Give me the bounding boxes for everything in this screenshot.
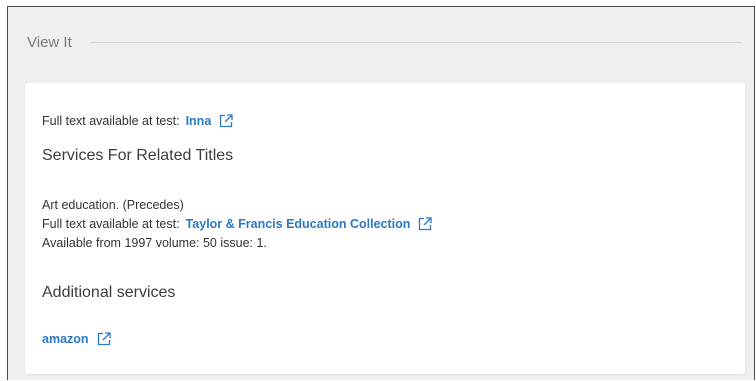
services-card: Full text available at test: Inna Servic…	[25, 83, 745, 374]
related-titles-heading: Services For Related Titles	[42, 147, 234, 164]
availability-text: Available from 1997 volume: 50 issue: 1.	[42, 236, 267, 250]
external-link-icon[interactable]	[97, 332, 111, 346]
amazon-link[interactable]: amazon	[42, 332, 89, 346]
section-header: View It	[27, 32, 742, 52]
external-link-icon[interactable]	[219, 114, 233, 128]
fulltext-prefix: Full text available at test:	[42, 217, 180, 231]
fulltext-prefix: Full text available at test:	[42, 114, 180, 128]
view-it-panel: View It Full text available at test: Inn…	[7, 6, 755, 380]
relation-text: Art education. (Precedes)	[42, 198, 184, 212]
additional-services-heading: Additional services	[42, 284, 176, 301]
taylor-francis-link[interactable]: Taylor & Francis Education Collection	[186, 217, 411, 231]
external-link-icon[interactable]	[418, 217, 433, 231]
fulltext-line-primary: Full text available at test: Inna	[42, 114, 233, 128]
fulltext-line-related: Full text available at test: Taylor & Fr…	[42, 217, 433, 231]
inna-link[interactable]: Inna	[186, 114, 212, 128]
section-title: View It	[27, 33, 72, 51]
section-divider	[89, 41, 742, 43]
amazon-line: amazon	[42, 332, 111, 346]
